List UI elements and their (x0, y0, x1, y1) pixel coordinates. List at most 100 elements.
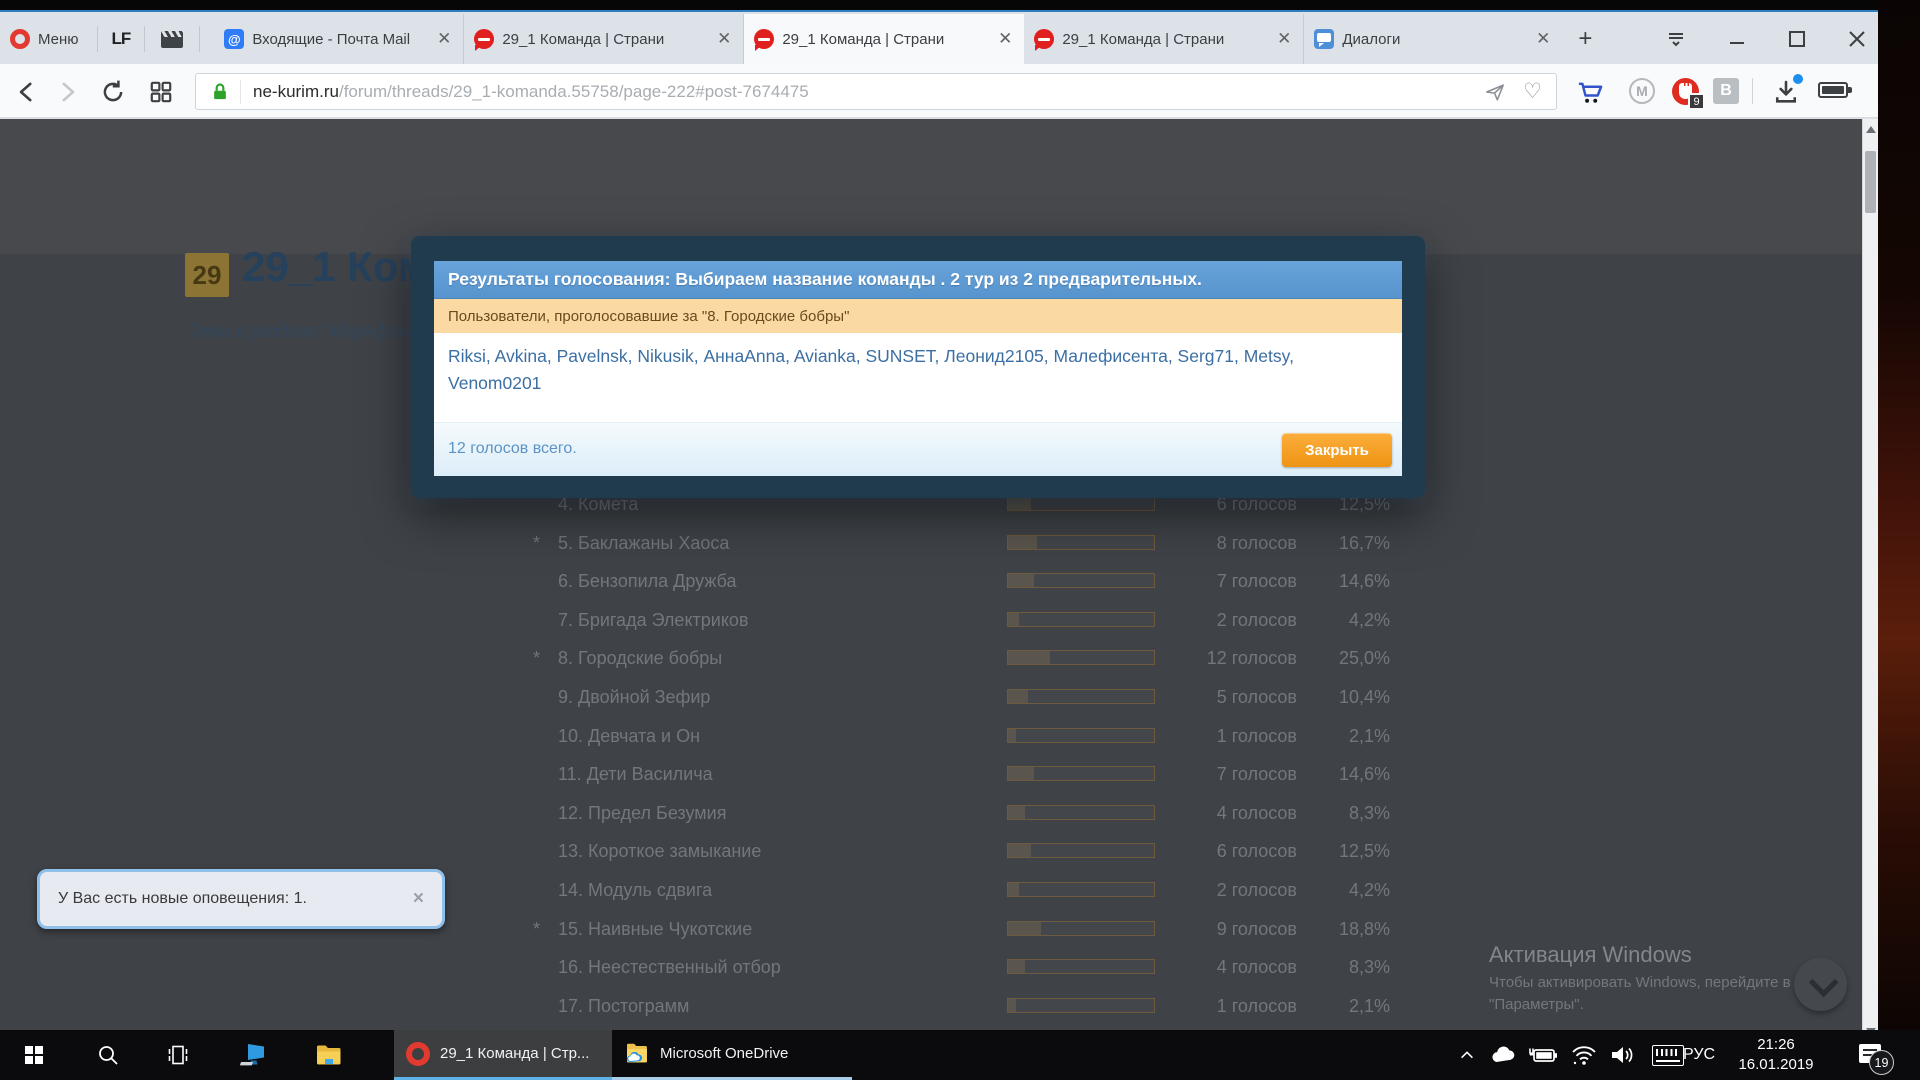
opera-menu-button[interactable]: Меню (0, 14, 89, 64)
poll-option-row: 12. Предел Безумия4 голосов8,3% (0, 799, 1500, 833)
toast-text: У Вас есть новые оповещения: 1. (58, 890, 413, 908)
battery-saver-icon[interactable] (1818, 78, 1848, 98)
forum-favicon (1034, 29, 1054, 49)
tab-label: Диалоги (1342, 31, 1526, 48)
reload-button[interactable] (100, 79, 126, 105)
forward-button[interactable] (54, 79, 80, 105)
poll-option-label[interactable]: 17. Постограмм (558, 996, 689, 1017)
poll-votes-count[interactable]: 8 голосов (1147, 533, 1297, 554)
poll-option-label[interactable]: 8. Городские бобры (558, 648, 722, 669)
poll-option-label[interactable]: 9. Двойной Зефир (558, 687, 710, 708)
poll-bar-fill (1008, 497, 1031, 510)
poll-bar (1007, 921, 1155, 936)
poll-option-label[interactable]: 6. Бензопила Дружба (558, 571, 737, 592)
poll-votes-count[interactable]: 7 голосов (1147, 764, 1297, 785)
poll-votes-count[interactable]: 4 голосов (1147, 957, 1297, 978)
toast-close-icon[interactable]: × (413, 888, 424, 910)
poll-option-label[interactable]: 12. Предел Безумия (558, 803, 726, 824)
speed-dial-icon[interactable] (148, 79, 174, 105)
poll-option-label[interactable]: 7. Бригада Электриков (558, 610, 748, 631)
menu-label: Меню (38, 31, 79, 48)
poll-votes-count[interactable]: 9 голосов (1147, 919, 1297, 940)
tab-close-icon[interactable]: ✕ (715, 29, 733, 49)
poll-votes-count[interactable]: 1 голосов (1147, 996, 1297, 1017)
maximize-button[interactable] (1786, 28, 1808, 50)
poll-votes-count[interactable]: 12 голосов (1147, 648, 1297, 669)
modal-close-button[interactable]: Закрыть (1282, 433, 1392, 467)
scrollbar[interactable] (1862, 119, 1878, 1042)
tray-volume-icon[interactable] (1604, 1030, 1642, 1080)
notification-toast[interactable]: У Вас есть новые оповещения: 1. × (37, 869, 445, 929)
file-explorer-icon[interactable] (308, 1030, 350, 1080)
modal-voters-list[interactable]: Riksi, Avkina, Pavelnsk, Nikusik, АннаAn… (434, 333, 1402, 422)
tab-menu-icon[interactable] (1664, 27, 1688, 51)
chat-favicon (1314, 29, 1334, 49)
poll-bar (1007, 728, 1155, 743)
start-button[interactable] (16, 1030, 52, 1080)
poll-votes-count[interactable]: 6 голосов (1147, 841, 1297, 862)
taskbar-search-icon[interactable] (88, 1030, 128, 1080)
tray-wifi-icon[interactable] (1566, 1030, 1602, 1080)
action-center-icon[interactable]: 19 (1846, 1030, 1896, 1080)
m-extension-icon[interactable]: M (1629, 78, 1655, 104)
tray-onedrive-cloud-icon[interactable] (1486, 1030, 1520, 1080)
tab-close-icon[interactable]: ✕ (1534, 29, 1552, 49)
b-extension-icon[interactable]: B (1713, 78, 1739, 104)
browser-tab[interactable]: Диалоги ✕ (1304, 14, 1562, 64)
task-view-icon[interactable] (158, 1030, 198, 1080)
url-text: ne-kurim.ru/forum/threads/29_1-komanda.5… (253, 82, 1473, 102)
address-bar[interactable]: ne-kurim.ru/forum/threads/29_1-komanda.5… (195, 73, 1557, 110)
modal-voters-header: Пользователи, проголосовавшие за "8. Гор… (434, 299, 1402, 333)
adblock-extension-icon[interactable]: 9 (1672, 78, 1699, 105)
poll-bar (1007, 882, 1155, 897)
this-pc-icon[interactable] (232, 1030, 274, 1080)
tray-clock[interactable]: 21:26 16.01.2019 (1730, 1035, 1822, 1075)
modal-footer: 12 голосов всего. Закрыть (434, 422, 1402, 476)
share-icon[interactable] (1483, 81, 1507, 103)
taskbar-onedrive-button[interactable]: Microsoft OneDrive (612, 1030, 852, 1080)
poll-option-row: 16. Неестественный отбор4 голосов8,3% (0, 953, 1500, 987)
browser-tab[interactable]: 29_1 Команда | Страни✕ (1024, 14, 1304, 64)
browser-tab[interactable]: 29_1 Команда | Страни✕ (464, 14, 744, 64)
divider (97, 26, 98, 52)
scroll-to-bottom-button[interactable] (1794, 958, 1847, 1011)
cart-extension-icon[interactable] (1575, 78, 1605, 106)
poll-option-label[interactable]: 15. Наивные Чукотские (558, 919, 752, 940)
poll-votes-count[interactable]: 1 голосов (1147, 726, 1297, 747)
poll-option-label[interactable]: 14. Модуль сдвига (558, 880, 712, 901)
downloads-icon[interactable] (1772, 78, 1800, 106)
scrollbar-up-arrow[interactable] (1866, 126, 1876, 133)
poll-votes-count[interactable]: 4 голосов (1147, 803, 1297, 824)
poll-votes-count[interactable]: 2 голосов (1147, 610, 1297, 631)
new-tab-button[interactable]: + (1578, 27, 1592, 51)
browser-tab[interactable]: @Входящие - Почта Mail✕ (214, 14, 464, 64)
tab-close-icon[interactable]: ✕ (435, 29, 453, 49)
poll-option-label[interactable]: 10. Девчата и Он (558, 726, 700, 747)
close-window-button[interactable] (1846, 28, 1868, 50)
minimize-button[interactable] (1726, 28, 1748, 50)
tab-close-icon[interactable]: ✕ (996, 29, 1014, 49)
clapper-icon[interactable] (161, 31, 183, 48)
poll-option-row: 7. Бригада Электриков2 голосов4,2% (0, 606, 1500, 640)
poll-votes-count[interactable]: 5 голосов (1147, 687, 1297, 708)
taskbar-opera-button[interactable]: 29_1 Команда | Стр... (394, 1030, 612, 1080)
tray-chevron-icon[interactable] (1452, 1030, 1482, 1080)
tray-language-indicator[interactable]: РУС (1683, 1030, 1715, 1080)
back-button[interactable] (14, 79, 40, 105)
browser-tab[interactable]: 29_1 Команда | Страни✕ (744, 14, 1024, 64)
tab-close-icon[interactable]: ✕ (1275, 29, 1293, 49)
poll-option-label[interactable]: 16. Неестественный отбор (558, 957, 781, 978)
poll-option-label[interactable]: 5. Баклажаны Хаоса (558, 533, 729, 554)
tab-bar: Меню LF @Входящие - Почта Mail✕29_1 Кома… (0, 14, 1878, 64)
windows-activation-text: Чтобы активировать Windows, перейдите в … (1489, 974, 1843, 991)
poll-option-label[interactable]: 13. Короткое замыкание (558, 841, 761, 862)
bookmark-heart-icon[interactable]: ♡ (1523, 81, 1542, 102)
poll-votes-count[interactable]: 2 голосов (1147, 880, 1297, 901)
tray-battery-icon[interactable] (1524, 1030, 1562, 1080)
poll-votes-count[interactable]: 7 голосов (1147, 571, 1297, 592)
poll-option-label[interactable]: 11. Дети Василича (558, 764, 713, 785)
windows-activation-title: Активация Windows (1489, 942, 1692, 968)
scrollbar-thumb[interactable] (1865, 151, 1876, 213)
lf-pinned-icon[interactable]: LF (106, 29, 137, 49)
poll-bar-fill (1008, 806, 1025, 819)
